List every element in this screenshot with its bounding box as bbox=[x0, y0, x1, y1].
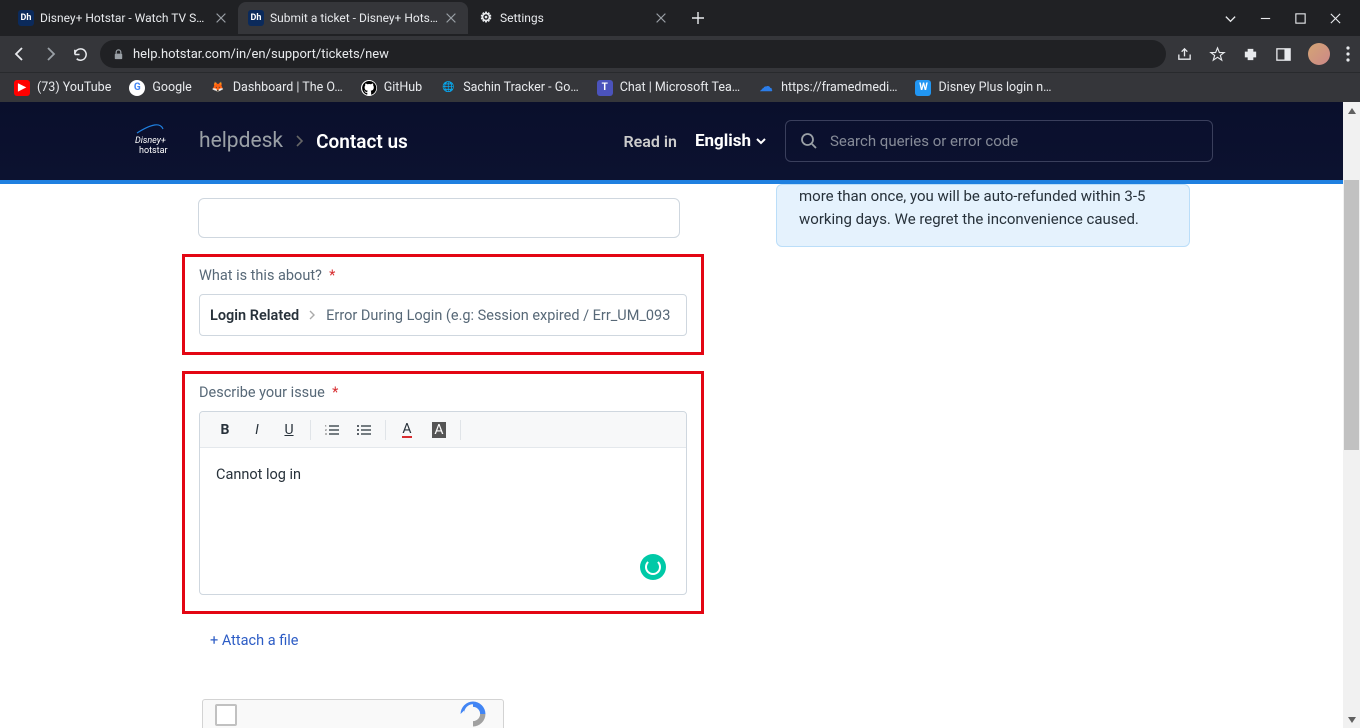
recaptcha-checkbox[interactable] bbox=[215, 704, 237, 726]
helpdesk-label: helpdesk bbox=[199, 129, 283, 153]
category-sub: Error During Login (e.g: Session expired… bbox=[326, 307, 670, 324]
close-icon[interactable] bbox=[654, 11, 668, 25]
text-input[interactable] bbox=[198, 198, 680, 238]
close-window-icon[interactable] bbox=[1329, 12, 1342, 25]
tab-title: Disney+ Hotstar - Watch TV Show bbox=[40, 11, 208, 25]
language-selector[interactable]: English bbox=[695, 131, 767, 151]
recaptcha[interactable] bbox=[202, 699, 504, 728]
rich-text-editor: B I U 123 A A Cannot log in bbox=[199, 411, 687, 595]
text-color-button[interactable]: A bbox=[392, 417, 422, 443]
bookmark-dashboard[interactable]: 🦊Dashboard | The O… bbox=[210, 80, 343, 96]
svg-text:Disney+: Disney+ bbox=[135, 136, 166, 146]
describe-label: Describe your issue * bbox=[199, 384, 687, 401]
search-icon bbox=[800, 132, 818, 150]
site-header: Disney+hotstar helpdesk Contact us Read … bbox=[0, 102, 1343, 184]
tab-favicon: Dh bbox=[18, 10, 34, 26]
editor-content: Cannot log in bbox=[216, 466, 301, 483]
bookmark-tracker[interactable]: 🌐Sachin Tracker - Go… bbox=[440, 80, 579, 96]
reload-button[interactable] bbox=[70, 44, 90, 64]
category-selector[interactable]: Login Related Error During Login (e.g: S… bbox=[199, 294, 687, 336]
underline-button[interactable]: U bbox=[274, 417, 304, 443]
italic-button[interactable]: I bbox=[242, 417, 272, 443]
browser-address-bar: help.hotstar.com/in/en/support/tickets/n… bbox=[0, 36, 1360, 72]
editor-toolbar: B I U 123 A A bbox=[200, 412, 686, 448]
profile-avatar[interactable] bbox=[1308, 43, 1330, 65]
lock-icon bbox=[112, 48, 125, 61]
new-tab-button[interactable] bbox=[684, 4, 712, 32]
close-icon[interactable] bbox=[444, 11, 458, 25]
info-text: more than once, you will be auto-refunde… bbox=[799, 187, 1145, 228]
search-input[interactable]: Search queries or error code bbox=[785, 120, 1213, 162]
chevron-right-icon bbox=[309, 307, 316, 324]
forward-button[interactable] bbox=[40, 44, 60, 64]
bookmark-star-icon[interactable] bbox=[1209, 46, 1226, 63]
scroll-up-arrow[interactable] bbox=[1343, 102, 1360, 119]
browser-tab-2[interactable]: ⚙ Settings bbox=[468, 2, 678, 34]
bookmark-framedmedi[interactable]: ☁https://framedmedi… bbox=[758, 80, 897, 96]
back-button[interactable] bbox=[10, 44, 30, 64]
chevron-right-icon bbox=[295, 132, 304, 151]
close-icon[interactable] bbox=[214, 11, 228, 25]
editor-textarea[interactable]: Cannot log in bbox=[200, 448, 686, 594]
svg-text:hotstar: hotstar bbox=[139, 146, 168, 156]
bookmark-teams[interactable]: TChat | Microsoft Tea… bbox=[597, 80, 740, 96]
info-notice: more than once, you will be auto-refunde… bbox=[776, 184, 1190, 247]
tab-title: Settings bbox=[500, 11, 648, 25]
readin-label: Read in bbox=[623, 132, 676, 151]
browser-titlebar: Dh Disney+ Hotstar - Watch TV Show Dh Su… bbox=[0, 0, 1360, 36]
attach-file-link[interactable]: + Attach a file bbox=[210, 632, 722, 649]
separator bbox=[310, 420, 311, 440]
vertical-scrollbar[interactable] bbox=[1343, 102, 1360, 728]
separator bbox=[460, 420, 461, 440]
side-panel-icon[interactable] bbox=[1275, 46, 1292, 63]
extensions-icon[interactable] bbox=[1242, 46, 1259, 63]
browser-tab-1[interactable]: Dh Submit a ticket - Disney+ Hotsta bbox=[238, 2, 468, 34]
about-label: What is this about? * bbox=[199, 267, 687, 284]
highlight-color-button[interactable]: A bbox=[424, 417, 454, 443]
tab-title: Submit a ticket - Disney+ Hotsta bbox=[270, 11, 438, 25]
about-field: What is this about? * Login Related Erro… bbox=[182, 254, 704, 355]
gear-icon: ⚙ bbox=[478, 10, 494, 26]
kebab-menu-icon[interactable] bbox=[1346, 46, 1350, 62]
search-placeholder: Search queries or error code bbox=[830, 132, 1018, 150]
unordered-list-button[interactable] bbox=[349, 417, 379, 443]
chevron-down-icon[interactable] bbox=[1224, 12, 1237, 25]
page-title: Contact us bbox=[316, 130, 408, 153]
bookmark-youtube[interactable]: ▶(73) YouTube bbox=[14, 80, 111, 96]
window-controls bbox=[1224, 12, 1360, 25]
site-logo[interactable]: Disney+hotstar helpdesk bbox=[135, 123, 283, 159]
scroll-down-arrow[interactable] bbox=[1343, 711, 1360, 728]
ordered-list-button[interactable]: 123 bbox=[317, 417, 347, 443]
minimize-icon[interactable] bbox=[1259, 12, 1272, 25]
svg-text:3: 3 bbox=[325, 432, 327, 436]
describe-field: Describe your issue * B I U 123 A A bbox=[182, 371, 704, 614]
maximize-icon[interactable] bbox=[1294, 12, 1307, 25]
scroll-thumb[interactable] bbox=[1344, 180, 1359, 450]
share-icon[interactable] bbox=[1176, 46, 1193, 63]
bookmark-disney-login[interactable]: WDisney Plus login n… bbox=[915, 80, 1051, 96]
separator bbox=[385, 420, 386, 440]
chat-widget-icon[interactable] bbox=[640, 554, 666, 580]
bold-button[interactable]: B bbox=[210, 417, 240, 443]
hotstar-logo-icon: Disney+hotstar bbox=[135, 123, 183, 159]
browser-tab-0[interactable]: Dh Disney+ Hotstar - Watch TV Show bbox=[8, 2, 238, 34]
category-main: Login Related bbox=[210, 307, 299, 324]
bookmark-google[interactable]: GGoogle bbox=[129, 80, 191, 96]
tab-favicon: Dh bbox=[248, 10, 264, 26]
chevron-down-icon bbox=[755, 136, 767, 146]
url-text: help.hotstar.com/in/en/support/tickets/n… bbox=[133, 47, 389, 62]
url-input[interactable]: help.hotstar.com/in/en/support/tickets/n… bbox=[100, 40, 1166, 68]
recaptcha-logo-icon bbox=[455, 699, 495, 728]
bookmarks-bar: ▶(73) YouTube GGoogle 🦊Dashboard | The O… bbox=[0, 72, 1360, 102]
bookmark-github[interactable]: GitHub bbox=[361, 80, 422, 96]
